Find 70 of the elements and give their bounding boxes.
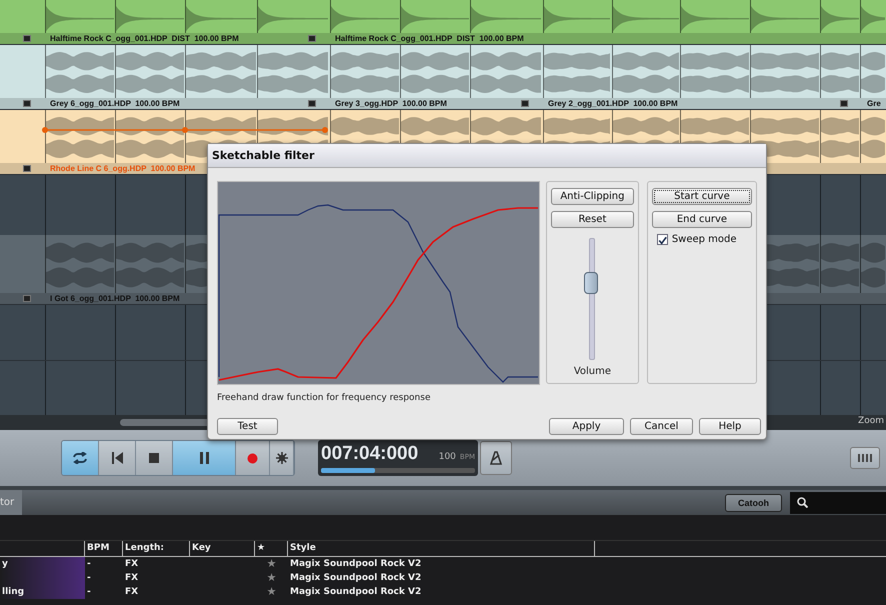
clip-label: Grey 2_ogg_001.HDP 100.00 BPM [547,98,678,109]
stop-button[interactable] [136,441,173,475]
rating-star[interactable]: ★ [255,571,288,585]
table-cell-text: FX [124,586,140,599]
settings-button[interactable] [270,441,294,475]
pause-icon [200,452,208,464]
clip-menu-icon[interactable] [23,165,31,172]
help-button[interactable]: Help [699,418,761,435]
column-header[interactable]: BPM [85,541,123,556]
table-cell-text: - [86,572,92,585]
previous-button[interactable] [99,441,136,475]
loop-button[interactable] [62,441,99,475]
test-button[interactable]: Test [217,418,278,435]
catooh-button[interactable]: Catooh [725,494,782,512]
end-curve-button[interactable]: End curve [652,211,752,228]
table-cell-text: Magix Soundpool Rock V2 [289,572,422,585]
search-field[interactable] [790,492,886,514]
clip-menu-icon[interactable] [840,100,848,107]
table-cell-text: Magix Soundpool Rock V2 [289,558,422,571]
clip-label: I Got 6_ogg_001.HDP 100.00 BPM [49,293,180,304]
clip-menu-icon[interactable] [521,100,529,107]
table-cell-text: - [86,558,92,571]
volume-slider-thumb[interactable] [584,272,598,294]
clip-label: Rhode Line C 6_ogg.HDP 100.00 BPM [49,163,196,174]
rating-star[interactable]: ★ [255,557,288,571]
stop-icon [149,453,159,463]
skip-back-icon [112,452,122,464]
start-curve-button[interactable]: Start curve [652,188,752,205]
bars-icon [858,454,872,462]
reset-button[interactable]: Reset [551,211,634,228]
dialog-title: Sketchable filter [208,144,766,168]
table-cell-text: Magix Soundpool Rock V2 [289,586,422,599]
metronome-button[interactable] [480,441,512,475]
gear-icon [276,452,288,464]
clip-label: Gre [866,98,881,109]
table-cell: lling [0,585,85,599]
zoom-label: Zoom [858,416,884,426]
table-cell: y [0,557,85,571]
table-cell-text: FX [124,558,140,571]
clip-label: Grey 3_ogg.HDP 100.00 BPM [334,98,447,109]
description-text: Freehand draw function for frequency response [217,393,432,403]
clip-menu-icon[interactable] [23,295,31,302]
clip-label: Halftime Rock C_ogg_001.HDP DIST 100.00 BPM [49,33,239,44]
clip-label: Grey 6_ogg_001.HDP 100.00 BPM [49,98,180,109]
column-header[interactable]: Length: [123,541,190,556]
clip-menu-icon[interactable] [23,35,31,42]
search-icon [797,497,808,508]
anti-clipping-button[interactable]: Anti-Clipping [551,188,634,205]
metronome-icon [490,451,502,465]
time-counter: 007:04:000 [321,443,418,465]
sweep-mode-label: Sweep mode [672,234,737,245]
column-header[interactable]: Key [190,541,255,556]
clip-menu-icon[interactable] [308,100,316,107]
record-icon [247,452,258,464]
clip-menu-icon[interactable] [308,35,316,42]
rating-star[interactable]: ★ [255,585,288,599]
cancel-button[interactable]: Cancel [630,418,693,435]
clip-menu-icon[interactable] [23,100,31,107]
column-header[interactable]: ★ [255,541,288,556]
volume-label: Volume [574,366,612,377]
loop-icon [72,452,88,464]
tempo-value: 100 [438,452,456,462]
view-button[interactable] [850,447,880,469]
table-cell-text: FX [124,572,140,585]
column-header[interactable]: Style [288,541,595,556]
clip-label: Halftime Rock C_ogg_001.HDP DIST 100.00 BPM [334,33,524,44]
pause-button[interactable] [173,441,236,475]
apply-button[interactable]: Apply [549,418,624,435]
table-cell-text: - [86,586,92,599]
sweep-mode-checkbox[interactable] [656,234,668,245]
